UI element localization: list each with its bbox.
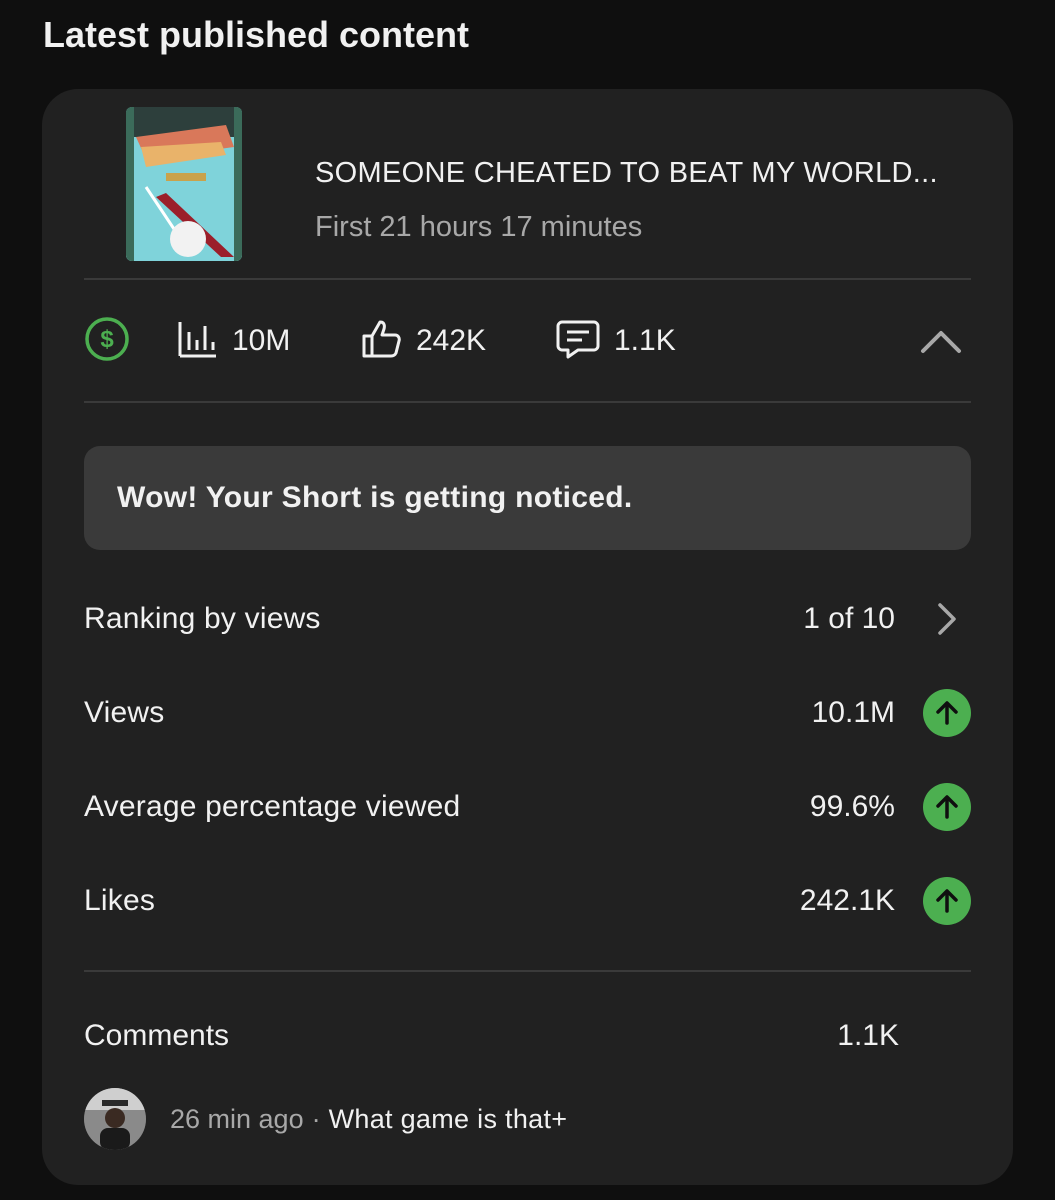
- thumbs-up-icon: [360, 318, 402, 365]
- divider: [84, 970, 971, 972]
- metric-label: Likes: [84, 884, 156, 917]
- monetization-status[interactable]: $: [84, 279, 130, 403]
- likes-stat[interactable]: 242K: [360, 279, 486, 403]
- comment-icon: [556, 318, 600, 365]
- bar-chart-icon: [176, 318, 218, 365]
- metric-value: 242.1K: [799, 884, 895, 917]
- latest-comment[interactable]: 26 min ago · What game is that+: [84, 1087, 971, 1151]
- metric-row-ranking[interactable]: Ranking by views 1 of 10: [84, 572, 971, 666]
- metric-value: 10.1M: [811, 696, 895, 729]
- metric-value: 99.6%: [809, 790, 895, 823]
- metric-label: Views: [84, 696, 165, 729]
- comments-count: 1.1K: [614, 324, 676, 357]
- stats-row: $ 10M 242K 1.1K: [84, 279, 971, 403]
- chevron-right-icon: [923, 595, 971, 643]
- comments-header[interactable]: Comments 1.1K: [84, 989, 971, 1083]
- video-thumbnail[interactable]: [126, 107, 242, 261]
- video-title[interactable]: SOMEONE CHEATED TO BEAT MY WORLD...: [315, 157, 938, 190]
- comments-total: 1.1K: [837, 1019, 899, 1052]
- arrow-up-icon: [923, 783, 971, 831]
- comments-stat[interactable]: 1.1K: [556, 279, 676, 403]
- dollar-circle-icon: $: [84, 316, 130, 367]
- metric-label: Ranking by views: [84, 602, 321, 635]
- arrow-up-icon: [923, 877, 971, 925]
- comment-text: What game is that+: [328, 1103, 568, 1134]
- notice-banner: Wow! Your Short is getting noticed.: [84, 446, 971, 550]
- metrics-list: Ranking by views 1 of 10 Views 10.1M Ave…: [84, 572, 971, 948]
- collapse-button[interactable]: [919, 319, 963, 363]
- video-row[interactable]: SOMEONE CHEATED TO BEAT MY WORLD... Firs…: [84, 107, 971, 261]
- separator-dot: ·: [311, 1103, 321, 1134]
- latest-content-card: SOMEONE CHEATED TO BEAT MY WORLD... Firs…: [42, 89, 1013, 1185]
- divider: [84, 401, 971, 403]
- chevron-up-icon: [919, 331, 963, 367]
- metric-row-views: Views 10.1M: [84, 666, 971, 760]
- views-count: 10M: [232, 324, 291, 357]
- views-stat[interactable]: 10M: [176, 279, 290, 403]
- metric-value: 1 of 10: [803, 602, 895, 635]
- section-title: Latest published content: [43, 14, 470, 55]
- avatar[interactable]: [84, 1088, 146, 1150]
- comments-label: Comments: [84, 1019, 230, 1052]
- arrow-up-icon: [923, 689, 971, 737]
- video-time-window: First 21 hours 17 minutes: [315, 211, 643, 243]
- comment-time: 26 min ago: [170, 1103, 304, 1134]
- metric-row-avg-percentage: Average percentage viewed 99.6%: [84, 760, 971, 854]
- notice-text: Wow! Your Short is getting noticed.: [117, 481, 633, 514]
- metric-label: Average percentage viewed: [84, 790, 461, 823]
- svg-text:$: $: [100, 326, 114, 353]
- likes-count: 242K: [416, 324, 487, 357]
- metric-row-likes: Likes 242.1K: [84, 854, 971, 948]
